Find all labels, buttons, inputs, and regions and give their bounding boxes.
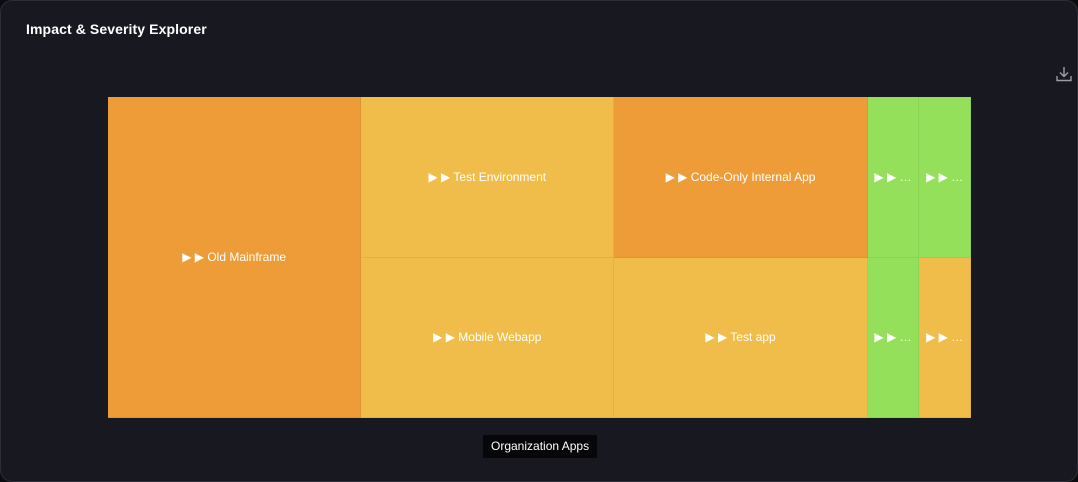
treemap-tile[interactable]: ▶ ▶ Mobile Webapp <box>361 257 615 418</box>
treemap: ▶ ▶ Old Mainframe ▶ ▶ Test Environment ▶ ▶… <box>108 97 971 418</box>
download-icon <box>1056 67 1072 82</box>
treemap-tile[interactable]: ▶ ▶ Test Environment <box>361 97 615 258</box>
treemap-tile-label: ▶ ▶ Test app <box>705 330 776 345</box>
treemap-tile-label: ▶ ▶ Mobile Webapp <box>433 330 542 345</box>
treemap-tile-label: ▶ ▶ Test Environment <box>428 169 547 184</box>
download-button[interactable] <box>1055 65 1073 83</box>
treemap-tile[interactable]: ▶ ▶ … <box>919 257 971 418</box>
panel-title: Impact & Severity Explorer <box>26 21 207 37</box>
treemap-tile-label: ▶ ▶ … <box>874 330 912 345</box>
treemap-tile-label: ▶ ▶ … <box>874 169 912 184</box>
chart-panel: Impact & Severity Explorer ▶ ▶ Old Mainf… <box>0 0 1078 482</box>
treemap-tile[interactable]: ▶ ▶ Old Mainframe <box>108 97 362 418</box>
treemap-tile-label: ▶ ▶ Code-Only Internal App <box>665 169 816 184</box>
treemap-tile[interactable]: ▶ ▶ Test app <box>614 257 868 418</box>
treemap-tile-label: ▶ ▶ … <box>926 169 964 184</box>
breadcrumb-root[interactable]: Organization Apps <box>483 435 598 458</box>
treemap-tile[interactable]: ▶ ▶ … <box>867 257 920 418</box>
treemap-tile[interactable]: ▶ ▶ Code-Only Internal App <box>614 97 868 258</box>
treemap-tile-label: ▶ ▶ … <box>926 330 964 345</box>
treemap-tile-label: ▶ ▶ Old Mainframe <box>182 250 287 264</box>
treemap-tile[interactable]: ▶ ▶ … <box>919 97 971 258</box>
treemap-tile[interactable]: ▶ ▶ … <box>867 97 920 258</box>
